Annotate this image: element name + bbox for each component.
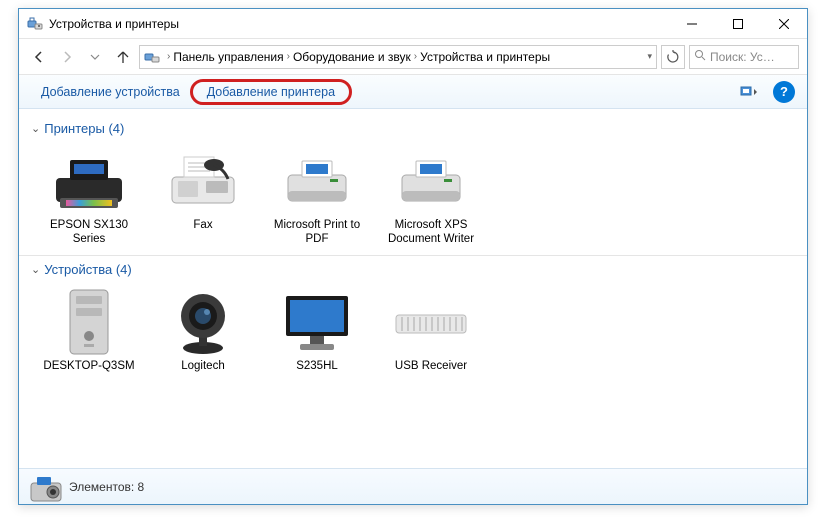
help-button[interactable]: ? [773,81,795,103]
breadcrumb-dropdown-button[interactable]: ▾ [647,51,652,62]
chevron-down-icon: ⌄ [31,263,40,276]
content-area: ⌄ Принтеры (4) EPSON [19,109,807,469]
device-label: S235HL [296,359,338,373]
address-bar: › Панель управления › Оборудование и зву… [19,39,807,75]
toolbar: Добавление устройства Добавление принтер… [19,75,807,109]
window-controls [669,9,807,39]
close-button[interactable] [761,9,807,39]
forward-button[interactable] [55,45,79,69]
status-bar: Элементов: 8 [19,468,807,504]
device-item[interactable]: S235HL [267,287,367,373]
search-input[interactable]: Поиск: Ус… [689,45,799,69]
usb-receiver-icon [391,287,471,359]
group-header[interactable]: ⌄ Принтеры (4) [31,115,795,142]
titlebar: Устройства и принтеры [19,9,807,39]
device-label: EPSON SX130 Series [39,218,139,247]
devices-printers-icon [27,16,43,32]
breadcrumb[interactable]: › Панель управления › Оборудование и зву… [139,45,657,69]
minimize-button[interactable] [669,9,715,39]
chevron-down-icon: ⌄ [31,122,40,135]
device-item[interactable]: Fax [153,146,253,247]
group-items: EPSON SX130 Series [31,142,795,255]
pc-tower-icon [49,287,129,359]
breadcrumb-item[interactable]: Оборудование и звук [293,50,411,64]
maximize-button[interactable] [715,9,761,39]
group-header[interactable]: ⌄ Устройства (4) [31,256,795,283]
refresh-button[interactable] [661,45,685,69]
device-label: Logitech [181,359,224,373]
group-title: Устройства (4) [44,262,132,277]
laser-printer-icon [391,146,471,218]
breadcrumb-item[interactable]: Устройства и принтеры [420,50,550,64]
group-devices: ⌄ Устройства (4) DESKTOP-Q3SM [19,256,807,381]
device-label: USB Receiver [395,359,467,373]
chevron-right-icon[interactable]: › [287,51,290,62]
devices-printers-icon [144,49,160,65]
view-options-button[interactable] [735,81,765,103]
up-button[interactable] [111,45,135,69]
add-printer-button[interactable]: Добавление принтера [190,79,352,105]
group-items: DESKTOP-Q3SM Logitech [31,283,795,381]
recent-locations-button[interactable] [83,45,107,69]
group-printers: ⌄ Принтеры (4) EPSON [19,115,807,255]
add-device-button[interactable]: Добавление устройства [31,81,190,103]
device-item[interactable]: Logitech [153,287,253,373]
search-icon [694,49,706,64]
webcam-icon [163,287,243,359]
camera-icon [27,473,59,501]
item-count-label: Элементов: 8 [69,480,144,494]
device-item[interactable]: DESKTOP-Q3SM [39,287,139,373]
window-title: Устройства и принтеры [49,17,669,31]
laser-printer-icon [277,146,357,218]
breadcrumb-item[interactable]: Панель управления [173,50,283,64]
chevron-right-icon[interactable]: › [414,51,417,62]
device-label: Fax [193,218,212,232]
device-item[interactable]: USB Receiver [381,287,481,373]
fax-icon [163,146,243,218]
inkjet-printer-icon [49,146,129,218]
monitor-icon [277,287,357,359]
device-item[interactable]: Microsoft Print to PDF [267,146,367,247]
device-item[interactable]: EPSON SX130 Series [39,146,139,247]
device-item[interactable]: Microsoft XPS Document Writer [381,146,481,247]
search-placeholder: Поиск: Ус… [710,50,775,64]
window: Устройства и принтеры › [18,8,808,505]
device-label: Microsoft XPS Document Writer [381,218,481,247]
back-button[interactable] [27,45,51,69]
device-label: Microsoft Print to PDF [267,218,367,247]
group-title: Принтеры (4) [44,121,124,136]
device-label: DESKTOP-Q3SM [43,359,134,373]
chevron-right-icon[interactable]: › [167,51,170,62]
